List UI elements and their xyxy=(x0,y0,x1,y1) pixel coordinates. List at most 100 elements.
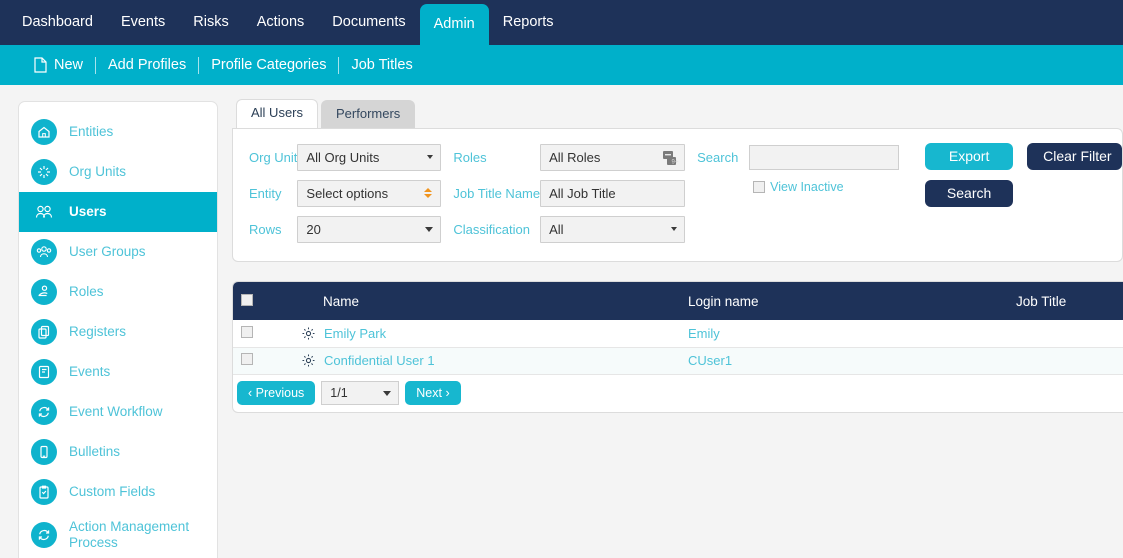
next-page-button[interactable]: Next › xyxy=(405,380,461,405)
chevron-down-icon xyxy=(671,227,678,231)
search-label: Search xyxy=(697,149,739,165)
sidebar-item-event-workflow[interactable]: Event Workflow xyxy=(19,392,217,432)
sidebar-item-action-management-process[interactable]: Action Management Process xyxy=(19,512,217,558)
column-header-name[interactable]: Name xyxy=(261,282,626,320)
sidebar-item-org-units[interactable]: Org Units xyxy=(19,152,217,192)
org-unit-select[interactable]: All Org Units xyxy=(297,143,442,171)
sidebar-item-user-groups[interactable]: User Groups xyxy=(19,232,217,272)
login-name-link[interactable]: Emily xyxy=(688,326,720,341)
main-content: All Users Performers Org Unit Entity Row… xyxy=(218,99,1123,558)
row-name-cell: Confidential User 1 xyxy=(261,347,626,375)
tab-all-users[interactable]: All Users xyxy=(236,99,319,129)
sub-toolbar: New Add Profiles Profile Categories Job … xyxy=(0,45,1123,85)
content-tabs: All Users Performers xyxy=(232,99,1123,129)
view-inactive-row[interactable]: View Inactive xyxy=(753,180,899,194)
column-header-login-name[interactable]: Login name xyxy=(626,282,956,320)
custom-fields-icon xyxy=(31,479,57,505)
roles-label: Roles xyxy=(453,149,487,165)
sidebar-item-custom-fields[interactable]: Custom Fields xyxy=(19,472,217,512)
column-header-job-title[interactable]: Job Title xyxy=(956,282,1123,320)
home-icon xyxy=(31,119,57,145)
table-header-row: Name Login name Job Title xyxy=(233,282,1123,320)
page-select[interactable]: 1/1 xyxy=(321,380,400,405)
profile-categories-button[interactable]: Profile Categories xyxy=(199,57,338,73)
sidebar-item-label: Event Workflow xyxy=(69,404,163,420)
roles-icon xyxy=(31,279,57,305)
nav-item-dashboard[interactable]: Dashboard xyxy=(8,0,107,45)
sidebar-item-label: Bulletins xyxy=(69,444,121,460)
sidebar-item-label: Entities xyxy=(69,124,114,140)
nav-item-reports[interactable]: Reports xyxy=(489,0,568,45)
bulletins-icon xyxy=(31,439,57,465)
search-button[interactable]: Search xyxy=(925,180,1014,207)
sidebar-item-label: Org Units xyxy=(69,164,127,180)
nav-item-admin[interactable]: Admin xyxy=(419,4,489,45)
job-title-name-input[interactable]: All Job Title xyxy=(540,179,686,207)
entity-label: Entity xyxy=(249,185,282,201)
nav-item-actions[interactable]: Actions xyxy=(243,0,319,45)
export-button[interactable]: Export xyxy=(925,143,1014,170)
classification-value: All xyxy=(549,221,564,237)
table-row[interactable]: Emily Park Emily xyxy=(233,320,1123,348)
chevron-down-icon xyxy=(383,390,392,396)
chevron-down-icon xyxy=(425,227,434,232)
roles-picker[interactable]: All Roles 9+ xyxy=(540,143,686,171)
admin-sidebar: Entities Org Units Users User Groups Rol… xyxy=(18,101,218,558)
chevron-down-icon xyxy=(427,155,434,159)
job-title-name-label: Job Title Name xyxy=(453,185,541,201)
row-select-cell[interactable] xyxy=(233,320,261,348)
stepper-arrows-icon xyxy=(424,188,433,198)
previous-page-button[interactable]: ‹ Previous xyxy=(237,380,316,405)
new-label: New xyxy=(54,57,84,73)
user-name-link[interactable]: Confidential User 1 xyxy=(324,353,435,368)
login-name-link[interactable]: CUser1 xyxy=(688,353,732,368)
nav-item-documents[interactable]: Documents xyxy=(318,0,419,45)
sidebar-item-entities[interactable]: Entities xyxy=(19,112,217,152)
gear-icon[interactable] xyxy=(301,326,316,341)
view-inactive-checkbox[interactable] xyxy=(753,181,766,193)
user-name-link[interactable]: Emily Park xyxy=(324,326,386,341)
filter-panel: Org Unit Entity Rows All Org Units Selec… xyxy=(232,128,1123,262)
sidebar-item-label: Events xyxy=(69,364,111,380)
multi-select-picker-icon[interactable]: 9+ xyxy=(660,148,680,168)
clear-filter-button[interactable]: Clear Filter xyxy=(1027,143,1123,170)
sidebar-item-events[interactable]: Events xyxy=(19,352,217,392)
rows-select[interactable]: 20 xyxy=(297,215,442,243)
table-row[interactable]: Confidential User 1 CUser1 xyxy=(233,347,1123,375)
rows-value: 20 xyxy=(306,221,321,237)
svg-text:9+: 9+ xyxy=(672,159,679,165)
gear-icon[interactable] xyxy=(301,353,316,368)
row-select-cell[interactable] xyxy=(233,347,261,375)
rows-label: Rows xyxy=(249,221,282,237)
row-checkbox[interactable] xyxy=(241,353,253,365)
sidebar-item-roles[interactable]: Roles xyxy=(19,272,217,312)
entity-multiselect[interactable]: Select options xyxy=(297,179,442,207)
job-titles-button[interactable]: Job Titles xyxy=(339,57,424,73)
select-all-checkbox[interactable] xyxy=(241,293,253,306)
row-job-title-cell xyxy=(956,320,1123,348)
org-unit-value: All Org Units xyxy=(306,149,380,165)
pagination-bar: ‹ Previous 1/1 Next › xyxy=(233,375,1123,412)
sidebar-item-label: Roles xyxy=(69,284,104,300)
registers-icon xyxy=(31,319,57,345)
sidebar-item-users[interactable]: Users xyxy=(19,192,217,232)
search-input[interactable] xyxy=(749,144,900,170)
sidebar-item-bulletins[interactable]: Bulletins xyxy=(19,432,217,472)
sidebar-item-registers[interactable]: Registers xyxy=(19,312,217,352)
tab-performers[interactable]: Performers xyxy=(321,100,416,128)
user-groups-icon xyxy=(31,239,57,265)
row-checkbox[interactable] xyxy=(241,325,253,338)
add-profiles-button[interactable]: Add Profiles xyxy=(96,57,198,73)
row-login-cell: Emily xyxy=(626,320,956,348)
new-button[interactable]: New xyxy=(22,57,95,73)
page-select-value: 1/1 xyxy=(330,385,348,400)
nav-item-risks[interactable]: Risks xyxy=(179,0,242,45)
roles-value: All Roles xyxy=(549,149,601,165)
org-units-icon xyxy=(31,159,57,185)
sidebar-item-label: Users xyxy=(69,204,107,220)
nav-item-events[interactable]: Events xyxy=(107,0,179,45)
users-icon xyxy=(31,199,57,225)
row-name-cell: Emily Park xyxy=(261,320,626,348)
classification-select[interactable]: All xyxy=(540,215,686,243)
select-all-header[interactable] xyxy=(233,282,261,320)
